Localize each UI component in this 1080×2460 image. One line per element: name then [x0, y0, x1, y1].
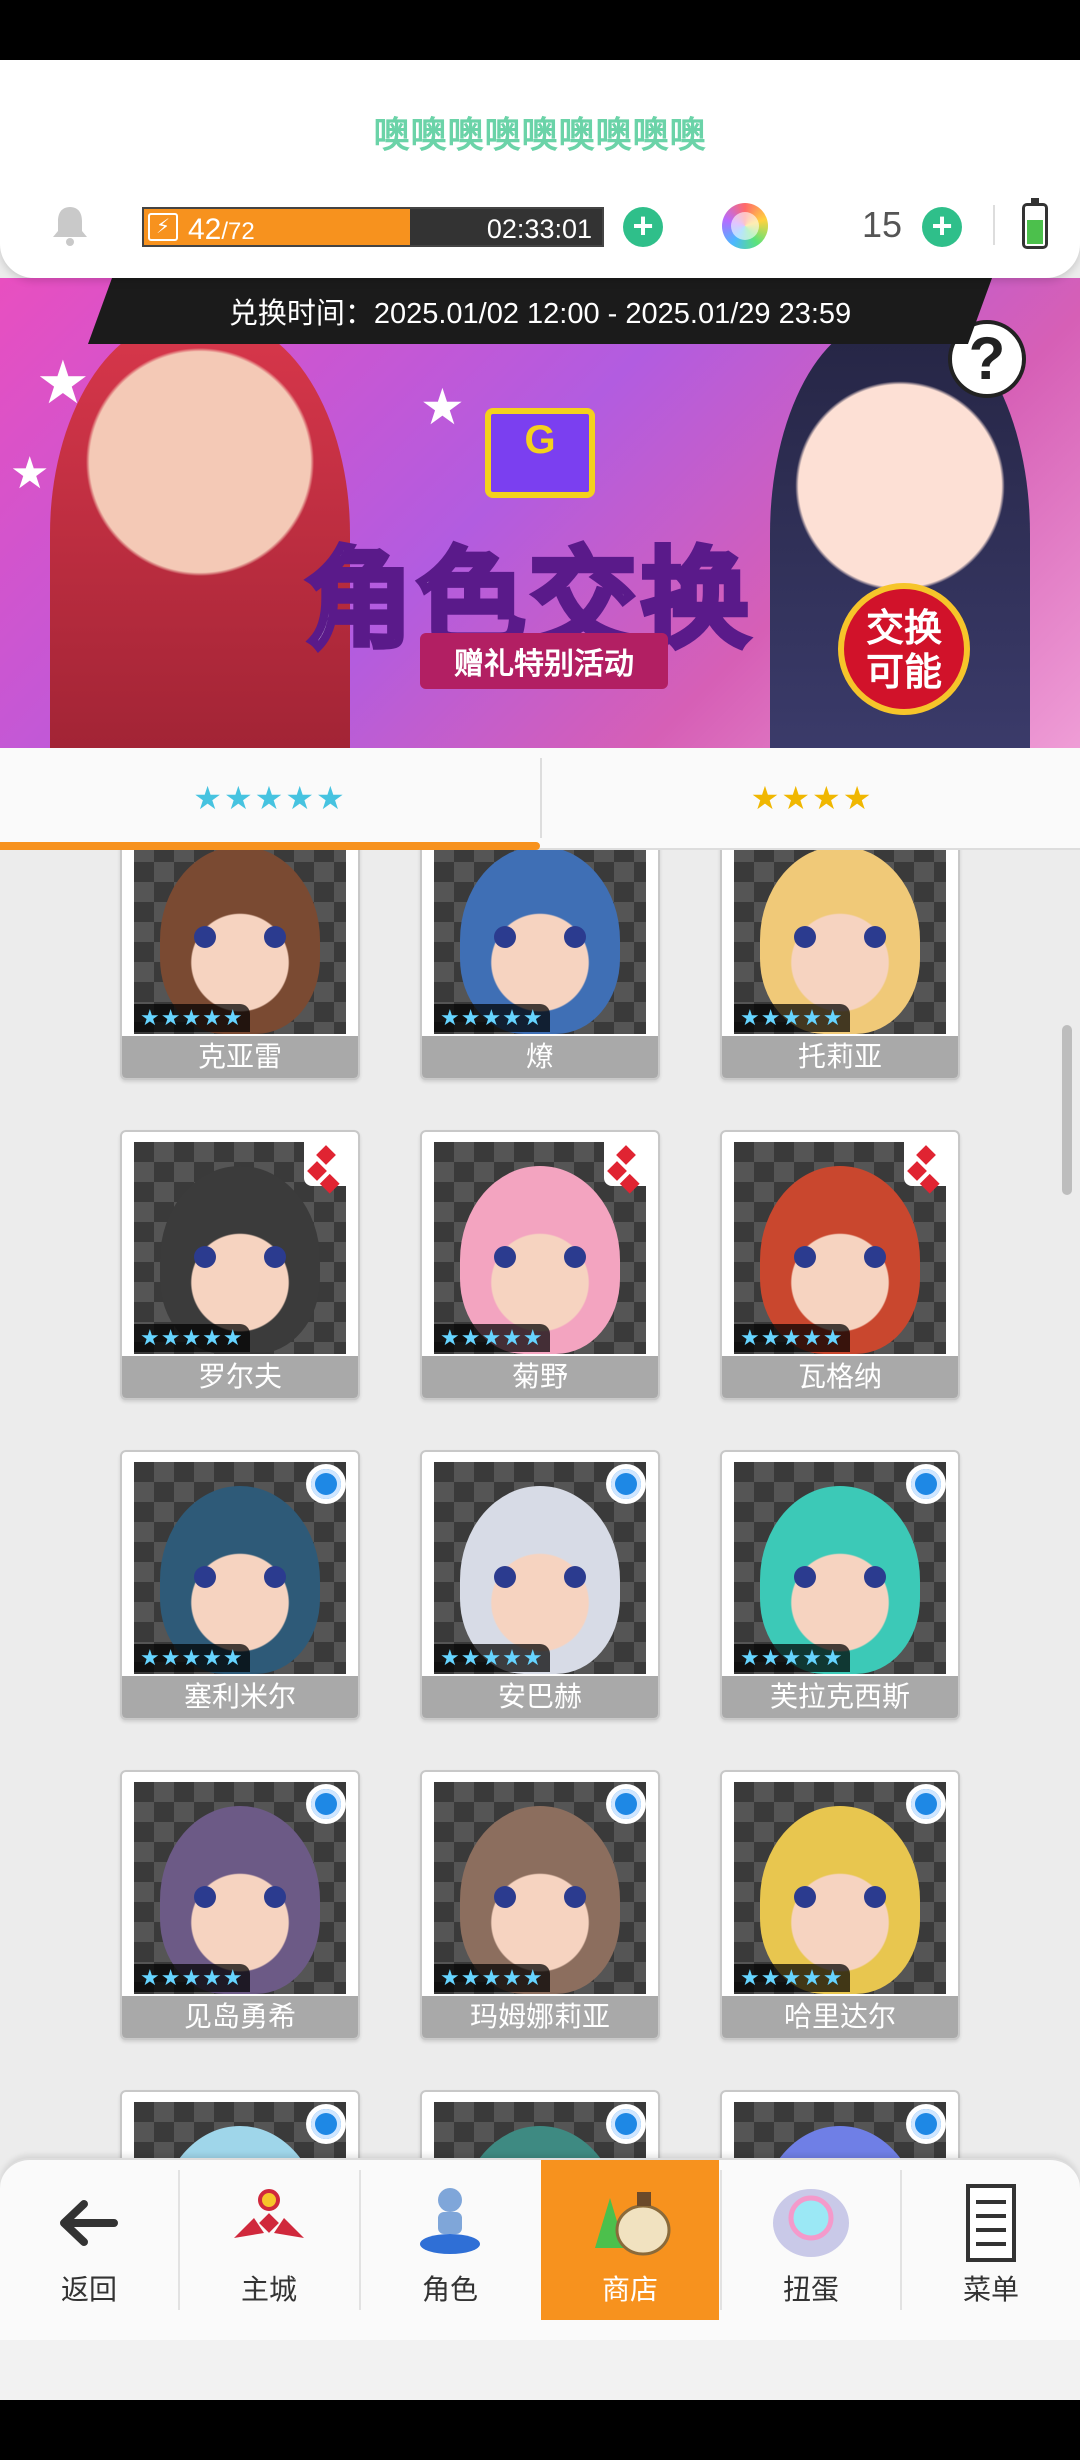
- divider: [993, 205, 995, 245]
- stamina-bar: ⚡ 42/72 02:33:01: [142, 207, 604, 247]
- battery-icon: [1022, 198, 1048, 249]
- attribute-circle-icon: [606, 2104, 646, 2144]
- star-rating: ★★★★★: [734, 1004, 850, 1032]
- nav-gacha[interactable]: 扭蛋: [722, 2160, 900, 2320]
- bottom-strip: [0, 2340, 1080, 2400]
- character-name: 罗尔夫: [122, 1356, 358, 1398]
- star-rating: ★★★★★: [134, 1324, 250, 1352]
- attribute-diamond-icon: [604, 1142, 648, 1186]
- add-stamina-plus-icon[interactable]: +: [623, 207, 663, 247]
- character-name: 见岛勇希: [122, 1996, 358, 2038]
- nav-label: 商店: [601, 2274, 658, 2305]
- character-card[interactable]: ★★★★★ 菊野: [420, 1130, 660, 1400]
- character-card[interactable]: ★★★★★ 燎: [420, 848, 660, 1080]
- nav-main-city[interactable]: 主城: [180, 2160, 358, 2320]
- stamina-timer: 02:33:01: [486, 214, 592, 244]
- star-rating: ★★★★★: [434, 1324, 550, 1352]
- character-name: 菊野: [422, 1356, 658, 1398]
- character-name: 芙拉克西斯: [722, 1676, 958, 1718]
- gacha-portal-icon: [773, 2189, 849, 2257]
- character-name: 瓦格纳: [722, 1356, 958, 1398]
- character-card[interactable]: ★★★★★ 罗尔夫: [120, 1130, 360, 1400]
- attribute-circle-icon: [606, 1784, 646, 1824]
- scrollbar[interactable]: [1062, 1025, 1072, 1195]
- tab-five-star[interactable]: ★★★★★: [0, 748, 540, 848]
- star-decoration-icon: ★: [420, 379, 465, 435]
- attribute-circle-icon: [306, 2104, 346, 2144]
- nav-label: 菜单: [962, 2274, 1019, 2305]
- star-rating: ★★★★★: [134, 1644, 250, 1672]
- character-name: 克亚雷: [122, 1036, 358, 1078]
- top-status-bar: 噢噢噢噢噢噢噢噢噢 ⚡ 42/72 02:33:01 + 15 +: [0, 60, 1080, 278]
- star-decoration-icon: ★: [10, 449, 50, 498]
- character-name: 塞利米尔: [122, 1676, 358, 1718]
- character-card[interactable]: ★★★★★ 瓦格纳: [720, 1130, 960, 1400]
- attribute-circle-icon: [906, 1784, 946, 1824]
- stamina-fill: [144, 209, 410, 245]
- star-rating: ★★★★★: [434, 1004, 550, 1032]
- attribute-circle-icon: [306, 1464, 346, 1504]
- character-card[interactable]: ★★★★★ 芙拉克西斯: [720, 1450, 960, 1720]
- nav-label: 扭蛋: [782, 2274, 839, 2305]
- star-rating: ★★★★★: [434, 1964, 550, 1992]
- nav-characters[interactable]: 角色: [361, 2160, 539, 2320]
- attribute-circle-icon: [906, 1464, 946, 1504]
- character-card[interactable]: ★★★★★ 玛姆娜莉亚: [420, 1770, 660, 2040]
- character-card[interactable]: ★★★★★ 见岛勇希: [120, 1770, 360, 2040]
- character-grid: ★★★★★ 克亚雷 ★★★★★ 燎 ★★★★★ 托莉亚 ★★★★★ 罗尔夫 ★★★★★ 菊野 ★★★…: [0, 848, 1080, 2198]
- lightning-icon: ⚡: [148, 213, 178, 241]
- stamina-value: 42/72: [188, 213, 255, 246]
- nav-back[interactable]: 返回: [0, 2160, 178, 2320]
- add-gem-plus-icon[interactable]: +: [922, 207, 962, 247]
- tab-four-star[interactable]: ★★★★: [542, 748, 1080, 848]
- bottom-navigation: 返回 主城 角色 商店 扭蛋 菜单: [0, 2158, 1080, 2342]
- back-arrow-icon: [60, 2200, 118, 2246]
- character-name: 托莉亚: [722, 1036, 958, 1078]
- nav-menu[interactable]: 菜单: [902, 2160, 1080, 2320]
- star-rating: ★★★★★: [734, 1644, 850, 1672]
- star-rating: ★★★★★: [134, 1964, 250, 1992]
- rarity-tabs: ★★★★★ ★★★★: [0, 748, 1080, 850]
- rainbow-gem-icon: [722, 203, 768, 249]
- attribute-circle-icon: [606, 1464, 646, 1504]
- attribute-diamond-icon: [904, 1142, 948, 1186]
- menu-list-icon: [966, 2184, 1016, 2262]
- character-name: 玛姆娜莉亚: [422, 1996, 658, 2038]
- nav-label: 返回: [60, 2274, 117, 2305]
- character-name: 燎: [422, 1036, 658, 1078]
- nav-label: 主城: [240, 2274, 297, 2305]
- gem-count: 15: [862, 204, 903, 245]
- character-card[interactable]: ★★★★★ 托莉亚: [720, 848, 960, 1080]
- attribute-circle-icon: [306, 1784, 346, 1824]
- castle-icon: [234, 2189, 304, 2238]
- attribute-circle-icon: [906, 2104, 946, 2144]
- active-tab-indicator: [0, 842, 540, 850]
- attribute-diamond-icon: [304, 1142, 348, 1186]
- page-title: 噢噢噢噢噢噢噢噢噢: [373, 114, 707, 155]
- exchange-period-text: 兑换时间：2025.01/02 12:00 - 2025.01/29 23:59: [228, 298, 852, 330]
- character-name: 安巴赫: [422, 1676, 658, 1718]
- app-screen: 噢噢噢噢噢噢噢噢噢 ⚡ 42/72 02:33:01 + 15 + 兑换时间：2…: [0, 60, 1080, 2400]
- banner-subtitle: 赠礼特别活动: [420, 633, 668, 689]
- character-card[interactable]: ★★★★★ 克亚雷: [120, 848, 360, 1080]
- bell-icon[interactable]: [48, 203, 92, 247]
- gift-envelope-icon: [485, 408, 595, 498]
- nav-shop[interactable]: 商店: [541, 2160, 719, 2320]
- event-banner[interactable]: 兑换时间：2025.01/02 12:00 - 2025.01/29 23:59…: [0, 278, 1080, 790]
- star-rating: ★★★★★: [734, 1964, 850, 1992]
- character-card[interactable]: ★★★★★ 安巴赫: [420, 1450, 660, 1720]
- character-statue-icon: [420, 2188, 480, 2254]
- exchange-possible-badge: 交换 可能: [838, 583, 970, 715]
- star-rating: ★★★★★: [734, 1324, 850, 1352]
- star-rating: ★★★★★: [134, 1004, 250, 1032]
- character-card[interactable]: ★★★★★ 塞利米尔: [120, 1450, 360, 1720]
- star-rating: ★★★★★: [434, 1644, 550, 1672]
- character-name: 哈里达尔: [722, 1996, 958, 2038]
- character-card[interactable]: ★★★★★ 哈里达尔: [720, 1770, 960, 2040]
- shop-bag-icon: [595, 2192, 671, 2256]
- nav-label: 角色: [421, 2274, 478, 2305]
